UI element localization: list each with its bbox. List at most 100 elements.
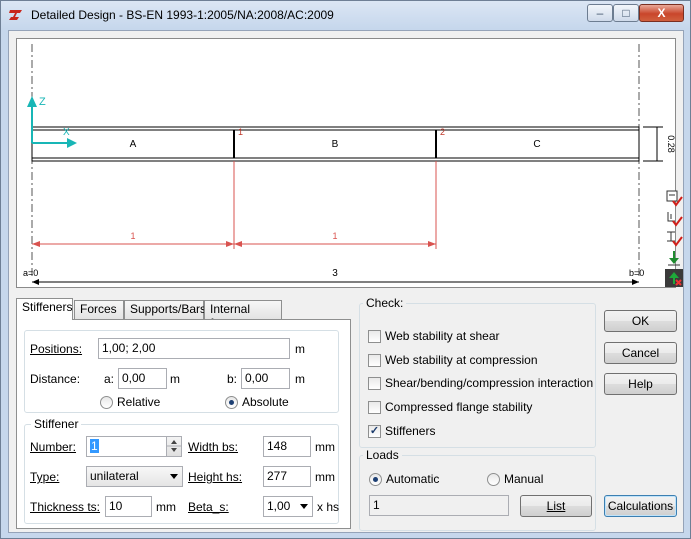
relative-label[interactable]: Relative xyxy=(117,395,160,409)
number-label: Number: xyxy=(30,440,77,454)
ok-button[interactable]: OK xyxy=(604,310,677,332)
distance-a-label: a: xyxy=(104,372,115,386)
stiffener-group-title: Stiffener xyxy=(31,417,82,431)
list-button[interactable]: List xyxy=(520,495,592,517)
web-shear-checkbox[interactable] xyxy=(368,330,381,343)
stiffener-check-icon[interactable] xyxy=(665,189,683,207)
section-check-icon[interactable] xyxy=(665,229,683,247)
stiffener-2-marker: 2 xyxy=(440,127,445,137)
stiffeners-check-label[interactable]: Stiffeners xyxy=(385,424,435,438)
app-logo-icon xyxy=(9,10,22,20)
rotate-check-icon[interactable] xyxy=(665,209,683,227)
height-input[interactable]: 277 xyxy=(263,466,311,487)
positions-label: Positions: xyxy=(30,342,83,356)
tab-stiffeners[interactable]: Stiffeners xyxy=(16,298,73,320)
add-delete-icon[interactable] xyxy=(665,269,683,287)
axis-x-label: X xyxy=(63,127,70,138)
height-dimension: 0.28 xyxy=(643,126,675,162)
check-group: Check: Web stability at shear Web stabil… xyxy=(359,296,596,448)
axis-gizmo: Z X xyxy=(27,96,77,148)
positions-unit: m xyxy=(295,342,305,356)
manual-label[interactable]: Manual xyxy=(504,472,543,486)
distance-b-unit: m xyxy=(295,372,305,386)
beam-drawing-canvas[interactable]: A B C 1 2 Z X 0.28 1 1 3 a=0 b=0 xyxy=(16,38,683,288)
stiffener-1-marker: 1 xyxy=(238,127,243,137)
stiffeners-checkbox[interactable]: ✓ xyxy=(368,425,381,438)
automatic-label[interactable]: Automatic xyxy=(386,472,439,486)
height-label: Height hs: xyxy=(188,470,243,484)
type-value: unilateral xyxy=(90,469,139,483)
chevron-down-icon xyxy=(170,474,178,479)
window-title: Detailed Design - BS-EN 1993-1:2005/NA:2… xyxy=(31,8,334,22)
beta-label: Beta_s: xyxy=(188,500,229,514)
height-unit: mm xyxy=(315,470,335,484)
check-group-title: Check: xyxy=(363,296,407,310)
detailed-design-window: Detailed Design - BS-EN 1993-1:2005/NA:2… xyxy=(0,0,691,539)
beta-select[interactable]: 1,00 xyxy=(263,496,313,517)
thickness-input[interactable]: 10 xyxy=(105,496,152,517)
distance-b-input[interactable]: 0,00 xyxy=(241,368,290,389)
type-label: Type: xyxy=(30,470,60,484)
thickness-unit: mm xyxy=(156,500,176,514)
spinner-arrows-icon xyxy=(167,440,181,452)
help-button[interactable]: Help xyxy=(604,373,677,395)
loads-group-title: Loads xyxy=(363,448,402,462)
flange-stability-label[interactable]: Compressed flange stability xyxy=(385,400,532,414)
beam-drawing: A B C 1 2 Z X 0.28 1 1 3 a=0 b=0 xyxy=(23,44,675,285)
dim-ab-label: 1 xyxy=(130,231,135,241)
minimize-button[interactable]: ‒ xyxy=(587,4,613,22)
dialog-client-area: A B C 1 2 Z X 0.28 1 1 3 a=0 b=0 Stiffen… xyxy=(8,30,684,533)
web-compression-label[interactable]: Web stability at compression xyxy=(385,353,538,367)
cancel-button[interactable]: Cancel xyxy=(604,342,677,364)
segment-a-label: A xyxy=(130,139,137,150)
relative-radio[interactable] xyxy=(100,396,113,409)
distance-a-unit: m xyxy=(170,372,180,386)
dim-bc-label: 1 xyxy=(332,231,337,241)
chevron-down-icon xyxy=(300,504,308,509)
list-button-label: List xyxy=(546,499,566,513)
tab-internal-forces[interactable]: Internal forces xyxy=(204,300,282,330)
stiffeners-panel: Positions: 1,00; 2,00 m Distance: a: 0,0… xyxy=(16,319,351,529)
move-down-icon[interactable] xyxy=(665,249,683,267)
width-input[interactable]: 148 xyxy=(263,436,311,457)
type-select[interactable]: unilateral xyxy=(86,466,183,487)
total-length-dimension: 3 a=0 b=0 xyxy=(23,268,644,285)
positions-input[interactable]: 1,00; 2,00 xyxy=(98,338,290,359)
absolute-radio[interactable] xyxy=(225,396,238,409)
positions-group: Positions: 1,00; 2,00 m Distance: a: 0,0… xyxy=(24,330,339,413)
beta-value: 1,00 xyxy=(267,499,291,513)
width-label: Width bs: xyxy=(188,440,239,454)
maximize-button[interactable]: □ xyxy=(613,4,639,22)
tab-forces[interactable]: Forces xyxy=(74,300,124,319)
title-bar[interactable]: Detailed Design - BS-EN 1993-1:2005/NA:2… xyxy=(1,1,690,29)
automatic-radio[interactable] xyxy=(369,473,382,486)
thickness-label: Thickness ts: xyxy=(30,500,101,514)
stiffener-spacing-dimension: 1 1 xyxy=(32,161,437,249)
stiffener-group: Stiffener Number: 1 Type: unilateral Thi… xyxy=(24,417,340,524)
distance-b-label: b: xyxy=(227,372,238,386)
number-spinner[interactable] xyxy=(166,437,181,456)
beta-unit: x hs xyxy=(317,500,340,514)
check-loads-panel: Check: Web stability at shear Web stabil… xyxy=(359,295,599,531)
flange-stability-checkbox[interactable] xyxy=(368,401,381,414)
manual-radio[interactable] xyxy=(487,473,500,486)
number-spinbox[interactable]: 1 xyxy=(86,436,182,457)
number-value: 1 xyxy=(90,439,99,453)
web-compression-checkbox[interactable] xyxy=(368,354,381,367)
loads-group: Loads Automatic Manual 1 List xyxy=(359,448,596,531)
calculations-button[interactable]: Calculations xyxy=(604,495,677,517)
left-end-label: a=0 xyxy=(23,268,38,278)
height-dim-label: 0.28 xyxy=(666,135,675,153)
distance-a-input[interactable]: 0,00 xyxy=(118,368,167,389)
absolute-label[interactable]: Absolute xyxy=(242,395,289,409)
segment-c-label: C xyxy=(533,139,540,150)
web-shear-label[interactable]: Web stability at shear xyxy=(385,329,500,343)
distance-label: Distance: xyxy=(30,372,81,386)
interaction-label[interactable]: Shear/bending/compression interaction xyxy=(385,376,593,390)
tab-supports-bars[interactable]: Supports/Bars xyxy=(124,300,206,319)
interaction-checkbox[interactable] xyxy=(368,377,381,390)
width-unit: mm xyxy=(315,440,335,454)
close-button[interactable]: X xyxy=(639,4,684,22)
axis-z-label: Z xyxy=(39,96,46,108)
total-dim-label: 3 xyxy=(332,268,338,279)
